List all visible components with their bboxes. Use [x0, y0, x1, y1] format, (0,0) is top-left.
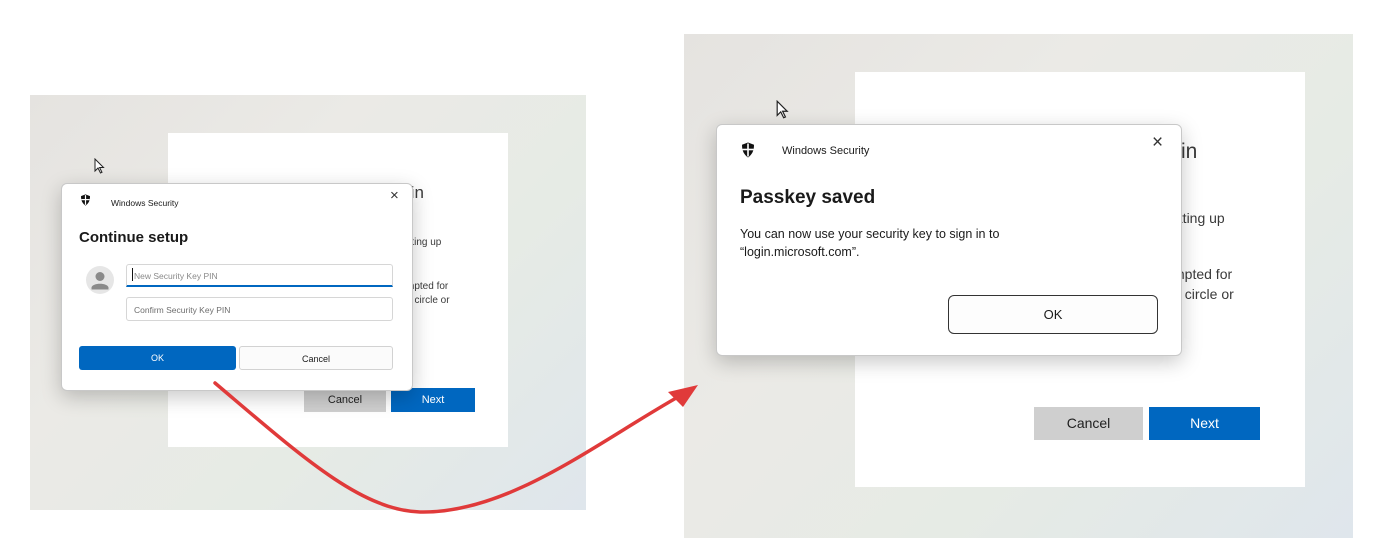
arrow-head: [668, 385, 698, 407]
arrow-curve: [213, 381, 687, 514]
arrow-annotation: [213, 381, 698, 514]
